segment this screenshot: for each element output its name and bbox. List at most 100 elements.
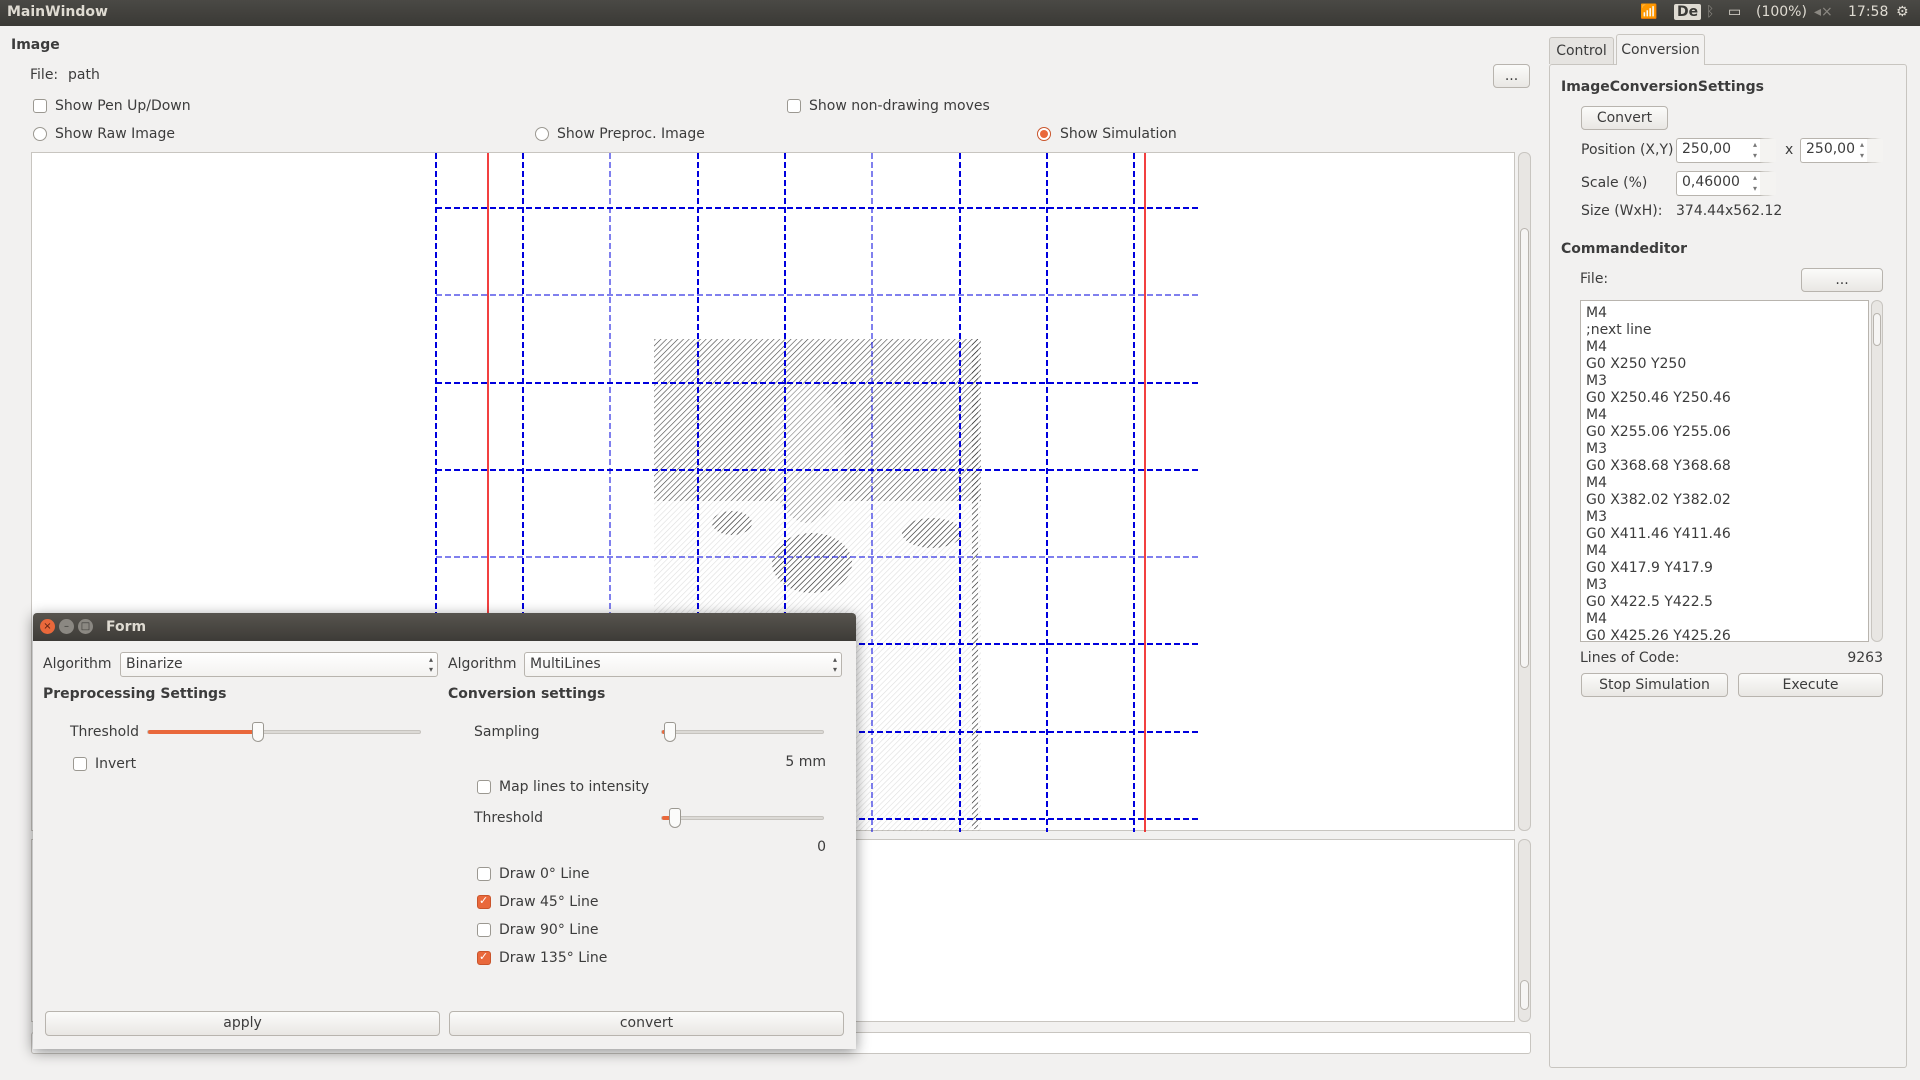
- drawing-shape: [902, 518, 962, 548]
- show-pen-updown-label: Show Pen Up/Down: [55, 98, 191, 114]
- drawing-face: [769, 383, 845, 523]
- scale-spinbox[interactable]: 0,46000: [1676, 171, 1776, 196]
- stop-simulation-button[interactable]: Stop Simulation: [1581, 673, 1728, 697]
- browse-gcode-button[interactable]: ...: [1801, 268, 1883, 292]
- gcode-line[interactable]: M4: [1586, 339, 1863, 356]
- drawing-shape: [712, 511, 752, 535]
- pre-algorithm-combo[interactable]: Binarize: [120, 652, 438, 677]
- threshold2-value: 0: [817, 839, 826, 855]
- lines-of-code-value: 9263: [1847, 650, 1883, 666]
- keyboard-layout[interactable]: De: [1674, 4, 1702, 20]
- gcode-editor[interactable]: M4 ;next line M4 G0 X250 Y250 M3 G0 X250.46 Y…: [1580, 300, 1869, 642]
- slider-handle[interactable]: [664, 722, 677, 742]
- gcode-line[interactable]: G0 X417.9 Y417.9: [1586, 560, 1863, 577]
- position-label: Position (X,Y): [1581, 142, 1674, 158]
- show-simulation-radio[interactable]: [1037, 127, 1051, 141]
- drawing-edge: [972, 339, 978, 829]
- show-preproc-image-radio[interactable]: [535, 127, 549, 141]
- show-raw-image-radio[interactable]: [33, 127, 47, 141]
- conv-algorithm-label: Algorithm: [448, 656, 517, 672]
- conversion-settings-title: Conversion settings: [448, 686, 606, 702]
- draw-line-label: Draw 0° Line: [499, 866, 590, 882]
- gcode-line[interactable]: G0 X422.5 Y422.5: [1586, 594, 1863, 611]
- scale-label: Scale (%): [1581, 175, 1648, 191]
- maximize-icon[interactable]: □: [78, 619, 93, 634]
- close-icon[interactable]: ×: [40, 619, 55, 634]
- position-x-spinbox[interactable]: 250,00: [1676, 138, 1776, 163]
- convert-button[interactable]: Convert: [1581, 106, 1668, 130]
- bluetooth-icon[interactable]: ᛒ: [1706, 4, 1714, 20]
- gcode-line[interactable]: M3: [1586, 373, 1863, 390]
- draw-line-checkbox[interactable]: [477, 894, 491, 909]
- gcode-line[interactable]: G0 X250 Y250: [1586, 356, 1863, 373]
- draw-line-label: Draw 135° Line: [499, 950, 608, 966]
- gcode-line[interactable]: G0 X250.46 Y250.46: [1586, 390, 1863, 407]
- browse-image-button[interactable]: ...: [1493, 64, 1530, 88]
- convert-form-button[interactable]: convert: [449, 1011, 844, 1036]
- gcode-line[interactable]: G0 X411.46 Y411.46: [1586, 526, 1863, 543]
- wifi-icon[interactable]: 📶: [1640, 4, 1657, 20]
- gear-icon[interactable]: ⚙: [1896, 4, 1909, 20]
- form-dialog: × – □ Form Algorithm Binarize Algorithm …: [33, 613, 856, 1049]
- gcode-line[interactable]: M4: [1586, 543, 1863, 560]
- sampling-slider[interactable]: [661, 722, 824, 742]
- gcode-line[interactable]: G0 X368.68 Y368.68: [1586, 458, 1863, 475]
- pre-algorithm-label: Algorithm: [43, 656, 112, 672]
- map-intensity-label: Map lines to intensity: [499, 779, 650, 795]
- gcode-line[interactable]: G0 X382.02 Y382.02: [1586, 492, 1863, 509]
- preprocessing-title: Preprocessing Settings: [43, 686, 227, 702]
- battery-icon[interactable]: ▭: [1728, 4, 1741, 20]
- show-simulation-label: Show Simulation: [1060, 126, 1177, 142]
- position-y-spinbox[interactable]: 250,00: [1800, 138, 1883, 163]
- tab-conversion[interactable]: Conversion: [1616, 34, 1705, 65]
- volume-muted-icon[interactable]: ◂×: [1814, 4, 1833, 20]
- form-title: Form: [106, 619, 147, 635]
- draw-line-label: Draw 90° Line: [499, 922, 599, 938]
- gcode-line[interactable]: G0 X425.26 Y425.26: [1586, 628, 1863, 641]
- clock[interactable]: 17:58: [1848, 4, 1888, 20]
- canvas-scrollbar[interactable]: [1518, 152, 1531, 831]
- slider-handle[interactable]: [669, 808, 682, 828]
- threshold-slider[interactable]: [147, 722, 421, 742]
- apply-button[interactable]: apply: [45, 1011, 440, 1036]
- invert-label: Invert: [95, 756, 137, 772]
- form-titlebar[interactable]: × – □ Form: [33, 613, 856, 641]
- minimize-icon[interactable]: –: [59, 619, 74, 634]
- battery-status: (100%): [1756, 4, 1807, 20]
- show-non-drawing-checkbox[interactable]: [787, 99, 801, 113]
- size-label: Size (WxH):: [1581, 203, 1663, 219]
- gcode-line[interactable]: M3: [1586, 509, 1863, 526]
- draw-line-checkbox[interactable]: [477, 867, 491, 881]
- tab-control[interactable]: Control: [1549, 37, 1614, 64]
- gcode-line[interactable]: G0 X255.06 Y255.06: [1586, 424, 1863, 441]
- commandeditor-file-label: File:: [1580, 271, 1609, 287]
- gcode-line[interactable]: M4: [1586, 305, 1863, 322]
- draw-line-label: Draw 45° Line: [499, 894, 599, 910]
- commandeditor-title: Commandeditor: [1561, 241, 1688, 257]
- threshold2-label: Threshold: [474, 810, 543, 826]
- gcode-line[interactable]: M4: [1586, 407, 1863, 424]
- gcode-line[interactable]: ;next line: [1586, 322, 1863, 339]
- show-non-drawing-label: Show non-drawing moves: [809, 98, 990, 114]
- draw-line-checkbox[interactable]: [477, 923, 491, 937]
- show-preproc-image-label: Show Preproc. Image: [557, 126, 705, 142]
- draw-line-checkbox[interactable]: [477, 950, 491, 965]
- gcode-line[interactable]: M3: [1586, 441, 1863, 458]
- image-panel-title: Image: [11, 37, 60, 53]
- system-top-bar: MainWindow 📶 De ᛒ ▭ (100%) ◂× 17:58 ⚙: [0, 0, 1920, 26]
- file-path: path: [68, 67, 100, 83]
- map-intensity-checkbox[interactable]: [477, 780, 491, 794]
- slider-handle[interactable]: [251, 722, 264, 742]
- lines-of-code-label: Lines of Code:: [1580, 650, 1680, 666]
- gcode-line[interactable]: M3: [1586, 577, 1863, 594]
- invert-checkbox[interactable]: [73, 757, 87, 771]
- execute-button[interactable]: Execute: [1738, 673, 1883, 697]
- editor-scrollbar[interactable]: [1871, 300, 1883, 642]
- position-separator: x: [1785, 142, 1794, 158]
- gcode-line[interactable]: M4: [1586, 611, 1863, 628]
- log-scrollbar[interactable]: [1518, 839, 1531, 1022]
- gcode-line[interactable]: M4: [1586, 475, 1863, 492]
- threshold2-slider[interactable]: [661, 808, 824, 828]
- show-pen-updown-checkbox[interactable]: [33, 99, 47, 113]
- conv-algorithm-combo[interactable]: MultiLines: [524, 652, 842, 677]
